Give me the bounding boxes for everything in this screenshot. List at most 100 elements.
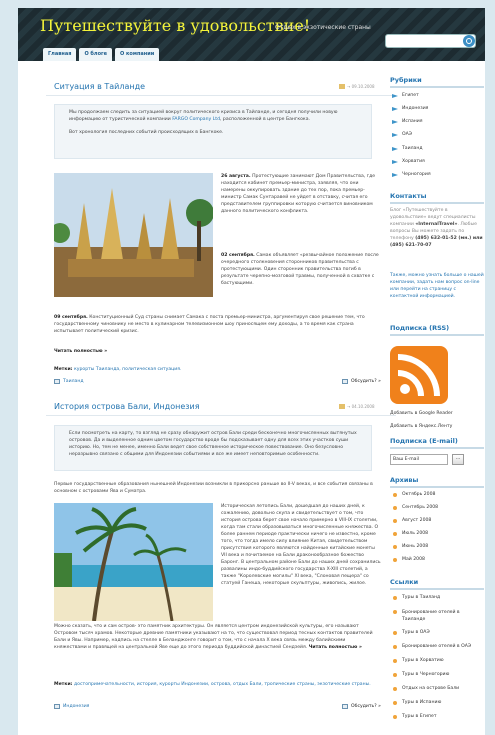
divider [390,486,484,488]
bullet-icon [393,610,397,614]
divider [46,415,396,416]
email-heading: Подписка (E-mail) [390,437,458,445]
site-subtitle: Отдых в экзотические страны [275,24,371,31]
post-date: → 04.10.2008 [339,404,375,409]
post-paragraph: 26 августа. Протестующие занимают Дом Пр… [221,174,376,214]
link-item[interactable]: Отдых на острове Бали [402,686,459,691]
contacts-more-text: Также, можно узнать больше о нашей компа… [390,273,484,299]
post-category[interactable]: Таиланд [54,379,84,384]
comments-link[interactable]: Обсудить? » [342,704,381,709]
post-title[interactable]: Ситуация в Тайланде [54,82,145,91]
arrow-icon [392,147,398,151]
post-paragraph: 02 сентября. Самак объявляет «резвычайно… [221,253,379,286]
link-item[interactable]: Бронирование отелей в Таиланде [402,609,484,623]
bullet-icon [393,701,397,705]
calendar-icon [339,84,345,89]
archive-item[interactable]: Октябрь 2008 [402,492,435,497]
site-title[interactable]: Путешествуйте в удовольствие! [40,16,310,35]
divider [390,202,484,204]
add-google-reader-link[interactable]: Добавить в Google Reader [390,411,453,416]
tags-links[interactable]: курорты Таиланда, политическая ситуация. [74,367,182,372]
content-wrapper: Ситуация в Тайланде → 09.10.2008 Мы прод… [18,61,485,735]
bullet-icon [393,596,397,600]
link-item[interactable]: Туры в ОАЭ [402,630,430,635]
bullet-icon [393,532,397,536]
archive-item[interactable]: Май 2008 [402,557,425,562]
calendar-icon [339,404,345,409]
divider [390,334,484,336]
search-icon[interactable] [463,35,475,47]
bali-beach-photo [54,503,213,621]
arrow-icon [392,120,398,124]
contacts-heading: Контакты [390,192,427,200]
tags-links[interactable]: достопримечательности, история, курорты … [74,682,371,687]
rubrics-heading: Рубрики [390,76,422,84]
post-category[interactable]: Индонезия [54,704,89,709]
rubric-indonesia[interactable]: Индонезия [402,106,428,111]
nav-tab-about-company[interactable]: О компании [115,48,160,61]
folder-icon [54,379,60,384]
arrow-icon [392,160,398,164]
bullet-icon [393,715,397,719]
contacts-text: Блог «Путешествуйте в удовольствие» веду… [390,208,483,248]
post-tags: Метки: достопримечательности, история, к… [54,682,371,687]
divider [46,95,396,96]
bullet-icon [393,687,397,691]
comment-icon [342,379,348,384]
arrow-icon [392,107,398,111]
post-intro: Мы продолжаем следить за ситуацией вокру… [54,104,372,159]
email-subscribe-button[interactable]: ··· [452,454,464,465]
archive-item[interactable]: Август 2008 [402,518,431,523]
bullet-icon [393,673,397,677]
archive-item[interactable]: Июнь 2008 [402,544,428,549]
bullet-icon [393,659,397,663]
read-more-link[interactable]: Читать полностью » [54,349,107,354]
link-item[interactable]: Туры в Таиланд [402,595,440,600]
arrow-icon [392,173,398,177]
rubric-spain[interactable]: Испания [402,119,423,124]
post-date: → 09.10.2008 [339,84,375,89]
rubric-montenegro[interactable]: Черногория [402,172,431,177]
link-item[interactable]: Туры в Черногорию [402,672,449,677]
link-item[interactable]: Туры в Хорватию [402,658,444,663]
read-more-link[interactable]: Читать полностью » [309,645,362,650]
main-nav: Главная О блоге О компании [43,48,160,61]
post-paragraph: Историческая летопись Бали, дошедшая до … [221,504,381,586]
company-link[interactable]: FARGO Company Ltd [172,117,220,122]
post-paragraph: 09 сентября. Конституционный Суд страны … [54,315,365,334]
link-item[interactable]: Бронирование отелей в ОАЭ [402,644,471,649]
add-yandex-link[interactable]: Добавить в Яндекс.Ленту [390,424,452,429]
divider [390,588,484,590]
links-heading: Ссылки [390,578,419,586]
bullet-icon [393,493,397,497]
rubric-uae[interactable]: ОАЭ [402,132,412,137]
divider [390,86,484,88]
post-tags: Метки: курорты Таиланда, политическая си… [54,367,182,372]
nav-tab-home[interactable]: Главная [43,48,77,61]
bullet-icon [393,645,397,649]
post-intro: Если посмотреть на карту, то взгляд не с… [54,425,372,471]
email-field[interactable]: Ваш E-mail [390,454,448,465]
rss-heading: Подписка (RSS) [390,324,450,332]
archive-item[interactable]: Сентябрь 2008 [402,505,438,510]
folder-icon [54,704,60,709]
post-paragraph: Первые государственные образования нынеш… [54,482,373,494]
bullet-icon [393,519,397,523]
bullet-icon [393,545,397,549]
link-item[interactable]: Туры в Испанию [402,700,441,705]
bullet-icon [393,558,397,562]
nav-tab-about-blog[interactable]: О блоге [79,48,113,61]
rubric-thailand[interactable]: Таиланд [402,146,423,151]
archive-item[interactable]: Июль 2008 [402,531,428,536]
archive-heading: Архивы [390,476,419,484]
post-title[interactable]: История острова Бали, Индонезия [54,402,200,411]
comment-icon [342,704,348,709]
rubric-croatia[interactable]: Хорватия [402,159,425,164]
rubric-egypt[interactable]: Египет [402,93,419,98]
bullet-icon [393,631,397,635]
rss-icon[interactable] [390,346,448,404]
thailand-temple-photo [54,173,213,297]
arrow-icon [392,133,398,137]
comments-link[interactable]: Обсудить? » [342,379,381,384]
link-item[interactable]: Туры в Египет [402,714,437,719]
